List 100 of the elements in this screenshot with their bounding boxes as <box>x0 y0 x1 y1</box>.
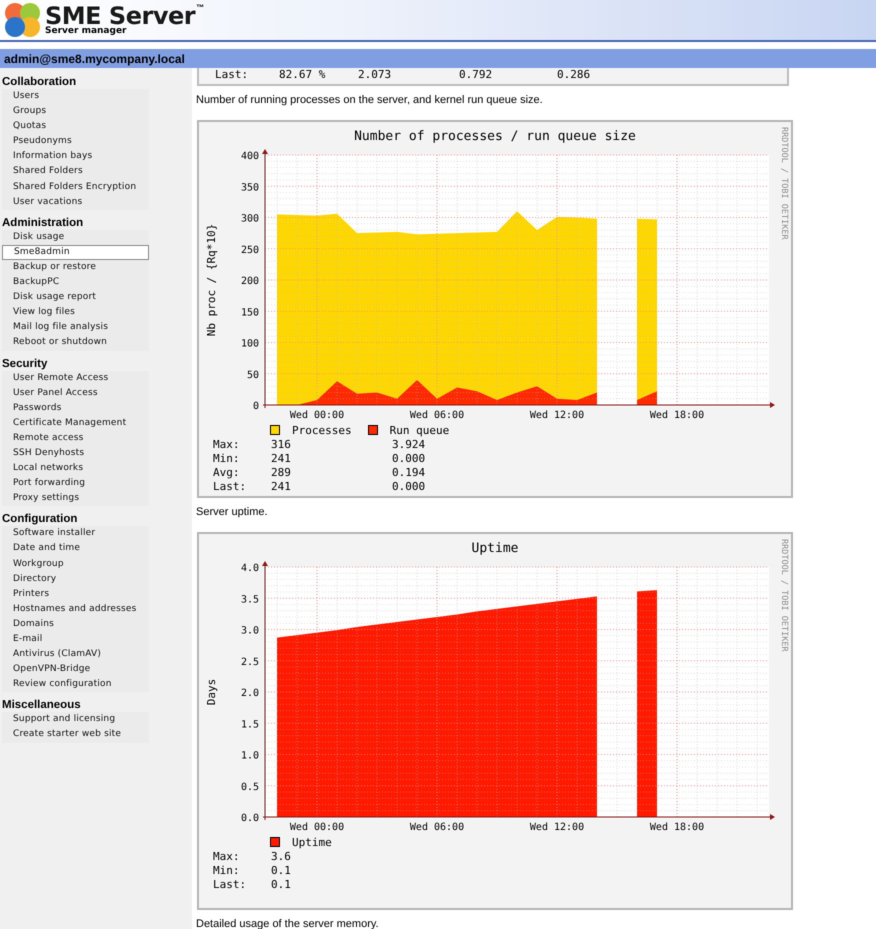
y-tick-label: 2.0 <box>240 688 259 699</box>
y-axis-label: Days <box>205 678 218 706</box>
sidebar-item[interactable]: User vacations <box>2 194 149 210</box>
stat-label: Min: <box>213 864 240 878</box>
sidebar-item[interactable]: Information bays <box>2 149 149 164</box>
data-area <box>637 391 657 405</box>
sidebar-item[interactable]: SSH Denyhosts <box>2 446 149 462</box>
sidebar-item[interactable]: Users <box>2 89 149 104</box>
trademark-sign: ™ <box>196 4 204 12</box>
y-axis-label: Nb proc / {Rq*10} <box>205 224 218 336</box>
x-tick-label: Wed 06:00 <box>410 410 464 421</box>
x-tick-label: Wed 18:00 <box>650 822 704 833</box>
sidebar-section-title: Collaboration <box>2 75 78 89</box>
sidebar-item[interactable]: Pseudonyms <box>2 134 149 150</box>
sidebar-section-title: Security <box>2 356 48 370</box>
colored-balls-logo-icon <box>3 1 43 39</box>
stat-value: 316 <box>271 438 292 452</box>
stat-value: 3.924 <box>392 438 426 452</box>
stat-label: Last: <box>215 68 250 81</box>
sidebar-item[interactable]: Disk usage <box>2 230 149 245</box>
graph-caption: Detailed usage of the server memory. <box>196 917 380 929</box>
graph-caption: Server uptime. <box>196 505 269 520</box>
sidebar-item[interactable]: Directory <box>2 572 149 587</box>
y-tick-label: 50 <box>246 370 259 381</box>
stat-value: 3.6 <box>271 850 292 864</box>
y-tick-label: 300 <box>240 214 259 224</box>
stat-label: Min: <box>213 452 240 466</box>
stat-label: Max: <box>213 438 240 452</box>
sidebar-item[interactable]: BackupPC <box>2 275 149 290</box>
stat-value: 82.67 % <box>279 68 326 81</box>
y-tick-label: 350 <box>240 182 259 194</box>
sidebar-item[interactable]: Passwords <box>2 400 149 416</box>
sidebar-item[interactable]: Backup or restore <box>2 260 149 276</box>
sidebar-item[interactable]: E-mail <box>2 632 149 648</box>
sidebar-item[interactable]: Software installer <box>2 526 149 542</box>
sidebar-item[interactable]: Sme8admin <box>2 244 149 260</box>
sidebar-item[interactable]: Local networks <box>2 461 149 476</box>
legend-label: Processes <box>292 424 352 436</box>
stat-value: 289 <box>271 466 292 480</box>
y-tick-label: 200 <box>240 276 259 287</box>
sidebar-item[interactable]: User Panel Access <box>2 386 149 401</box>
stat-label: Last: <box>213 480 248 494</box>
y-tick-label: 150 <box>240 307 259 318</box>
sidebar-item[interactable]: Printers <box>2 586 149 602</box>
chart-title: Number of processes / run queue size <box>354 129 636 144</box>
sidebar-item[interactable]: Antivirus (ClamAV) <box>2 647 149 662</box>
stat-value: 0.194 <box>392 466 426 480</box>
stat-value: 0.1 <box>271 878 292 892</box>
sidebar-section-title: Miscellaneous <box>2 698 82 712</box>
sidebar-item[interactable]: Shared Folders <box>2 164 149 180</box>
sidebar-item[interactable]: Groups <box>2 104 149 120</box>
sidebar-item[interactable]: Quotas <box>2 119 149 134</box>
legend-label: Uptime <box>292 836 332 848</box>
sidebar-item[interactable]: Shared Folders Encryption <box>2 180 149 195</box>
rrdtool-credit: RRDTOOL / TOBI OETIKER <box>779 127 789 240</box>
sidebar-item[interactable]: Remote access <box>2 430 149 446</box>
y-tick-label: 2.5 <box>240 656 259 668</box>
sidebar-item[interactable]: Disk usage report <box>2 290 149 306</box>
stat-value: 0.000 <box>392 480 426 494</box>
stat-value: 0.1 <box>271 864 292 878</box>
stat-value: 241 <box>271 452 292 466</box>
sidebar-item[interactable]: Create starter web site <box>2 727 149 743</box>
y-tick-label: 0.0 <box>240 813 259 824</box>
sidebar-item[interactable]: Proxy settings <box>2 491 149 506</box>
y-tick-label: 100 <box>240 338 259 350</box>
stat-value: 0.286 <box>557 68 590 81</box>
x-tick-label: Wed 06:00 <box>410 822 464 833</box>
sidebar-item[interactable]: Hostnames and addresses <box>2 602 149 617</box>
x-tick-label: Wed 00:00 <box>290 822 344 833</box>
sidebar-section-title: Administration <box>2 216 84 230</box>
sidebar-item[interactable]: Reboot or shutdown <box>2 335 149 350</box>
x-tick-label: Wed 12:00 <box>530 822 584 833</box>
y-tick-label: 250 <box>240 244 259 256</box>
legend-label: Run queue <box>390 424 450 436</box>
stat-value: 2.073 <box>358 68 392 81</box>
sidebar-item[interactable]: Certificate Management <box>2 416 149 431</box>
stat-label: Avg: <box>213 466 240 480</box>
stat-value: 0.792 <box>459 68 494 81</box>
user-login: admin@sme8.mycompany.local <box>4 52 185 66</box>
sidebar-item[interactable]: View log files <box>2 305 149 320</box>
sidebar-item[interactable]: Review configuration <box>2 677 149 692</box>
sidebar-item[interactable]: Domains <box>2 616 149 632</box>
y-tick-label: 3.0 <box>240 626 259 636</box>
sidebar-item[interactable]: OpenVPN-Bridge <box>2 662 149 678</box>
x-tick-label: Wed 12:00 <box>530 410 584 421</box>
y-tick-label: 0 <box>252 401 259 412</box>
sidebar-item[interactable]: Support and licensing <box>2 712 149 728</box>
rrdtool-credit: RRDTOOL / TOBI OETIKER <box>779 539 789 652</box>
y-tick-label: 4.0 <box>240 563 259 574</box>
sidebar-item[interactable]: Date and time <box>2 541 149 557</box>
graph-caption: Number of running processes on the server, and kernel run queue size. <box>196 93 544 108</box>
stat-value: 0.000 <box>392 452 426 466</box>
stat-label: Max: <box>213 850 240 864</box>
logo-subtitle: Server manager <box>45 27 128 36</box>
chart-title: Uptime <box>472 541 518 556</box>
sidebar-item[interactable]: Workgroup <box>2 556 149 572</box>
sidebar-item[interactable]: Mail log file analysis <box>2 320 149 336</box>
sidebar-item[interactable]: Port forwarding <box>2 476 149 492</box>
sidebar-item[interactable]: User Remote Access <box>2 370 149 386</box>
stat-value: 241 <box>271 480 292 494</box>
